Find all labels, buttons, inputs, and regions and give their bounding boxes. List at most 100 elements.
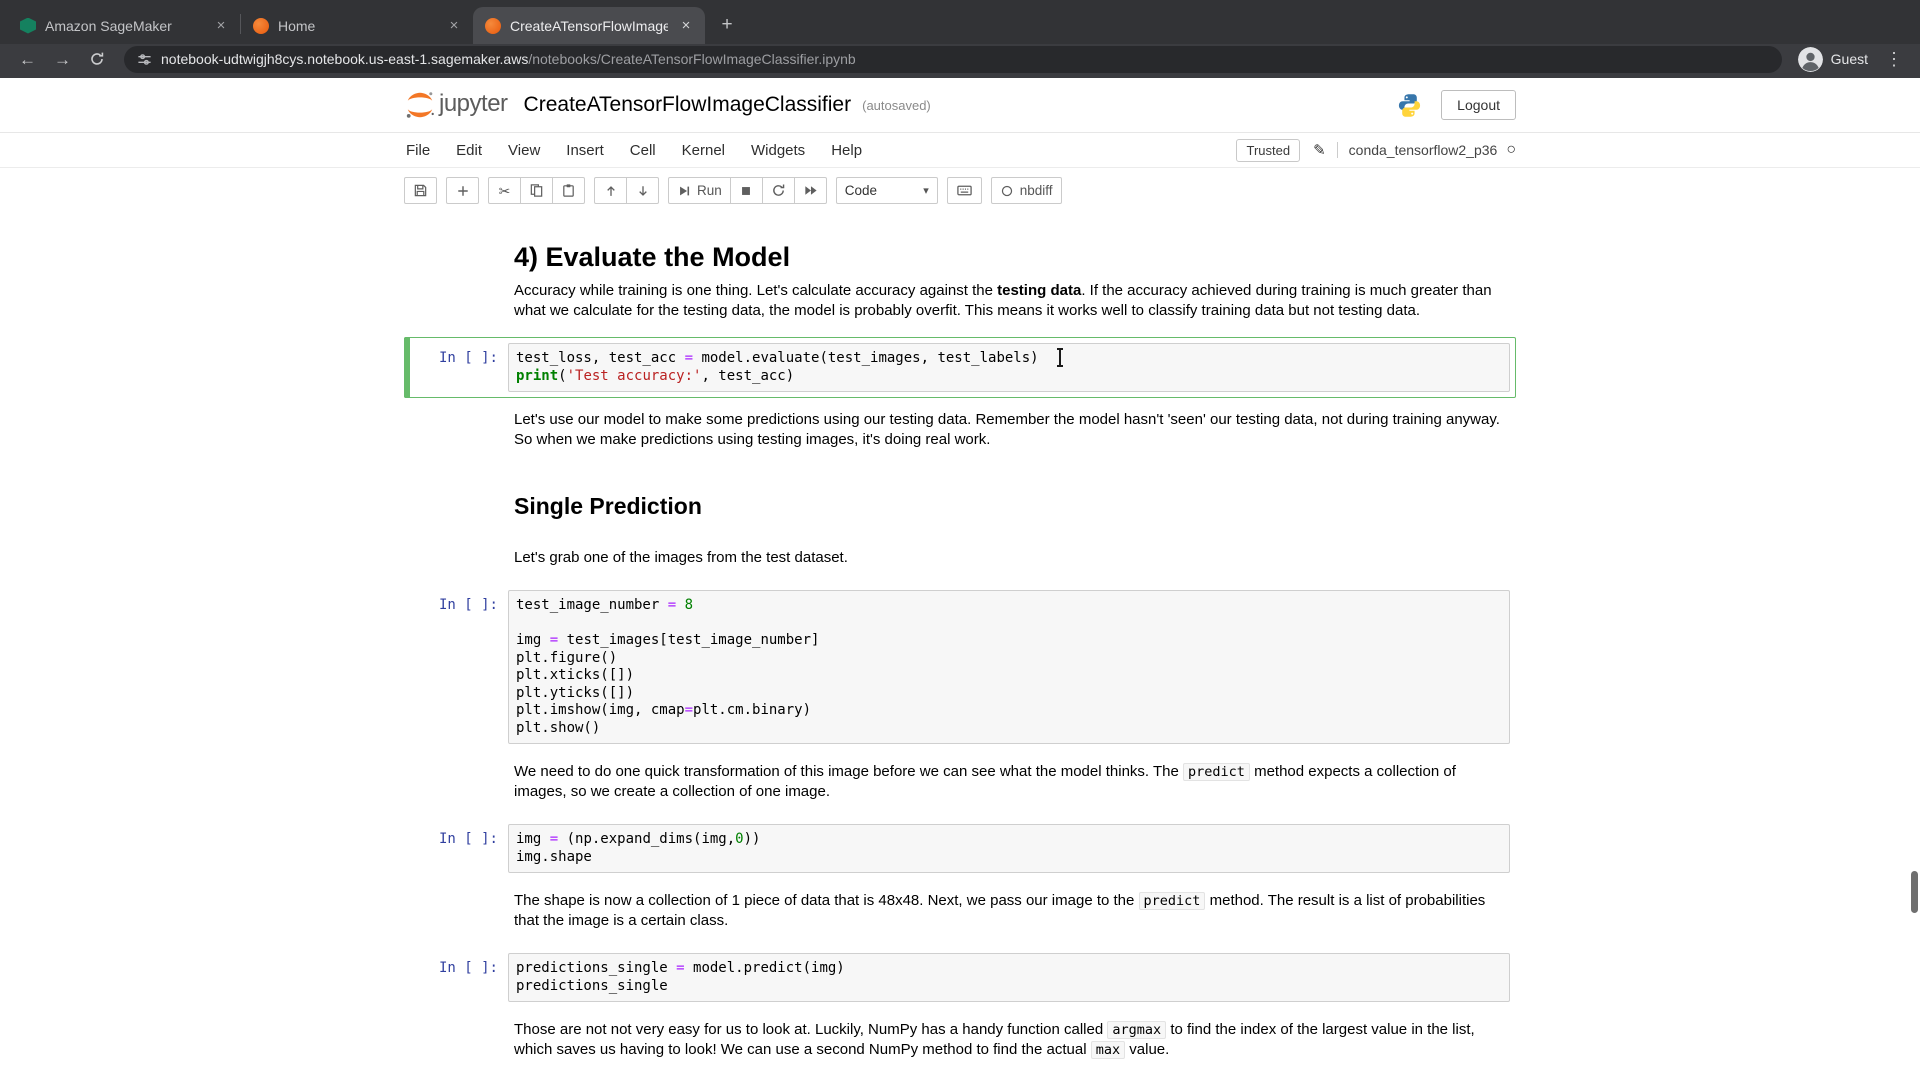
markdown-cell[interactable]: Let's use our model to make some predict…: [404, 398, 1516, 466]
code-line: test_loss, test_acc = model.evaluate(tes…: [516, 350, 1502, 368]
code-cell[interactable]: In [ ]: test_loss, test_acc = model.evalu…: [404, 337, 1516, 398]
code-cell[interactable]: In [ ]:test_image_number = 8 img = test_…: [404, 584, 1516, 750]
site-settings-icon[interactable]: [137, 52, 152, 67]
new-tab-button[interactable]: +: [713, 11, 741, 39]
code-input-area[interactable]: test_loss, test_acc = model.evaluate(tes…: [508, 343, 1510, 392]
cell-prompt: [410, 756, 508, 812]
avatar: [1798, 47, 1823, 72]
scissors-icon: ✂: [499, 184, 511, 198]
scrollbar-thumb[interactable]: [1911, 871, 1918, 913]
jupyter-logo-icon: [404, 90, 436, 120]
add-cell-button[interactable]: [446, 177, 479, 204]
markdown-paragraph: Let's use our model to make some predict…: [514, 410, 1504, 450]
code-line: predictions_single = model.predict(img): [516, 960, 1502, 978]
code-line: plt.figure(): [516, 650, 1502, 668]
jupyter-logo[interactable]: jupyter: [404, 90, 508, 120]
cell-prompt: [410, 404, 508, 460]
tab-amazon-sagemaker[interactable]: Amazon SageMaker ×: [8, 7, 240, 44]
notebook-scroll-area[interactable]: 4) Evaluate the Model Accuracy while trai…: [0, 215, 1920, 1080]
profile-chip[interactable]: Guest: [1794, 47, 1872, 72]
menu-help[interactable]: Help: [818, 142, 875, 159]
code-input-area[interactable]: test_image_number = 8 img = test_images[…: [508, 590, 1510, 744]
cut-cell-button[interactable]: ✂: [488, 177, 521, 204]
tab-notebook-active[interactable]: CreateATensorFlowImageClass ×: [473, 7, 705, 44]
cell-prompt: In [ ]:: [410, 590, 508, 744]
interrupt-kernel-button[interactable]: [730, 177, 763, 204]
profile-name: Guest: [1831, 51, 1868, 67]
notebook-menubar: File Edit View Insert Cell Kernel Widget…: [0, 133, 1920, 168]
close-tab-icon[interactable]: ×: [212, 17, 230, 35]
move-cell-up-button[interactable]: [594, 177, 627, 204]
copy-cell-button[interactable]: [520, 177, 553, 204]
url-host: notebook-udtwigjh8cys.notebook.us-east-1…: [161, 51, 528, 67]
run-cell-button[interactable]: Run: [668, 177, 731, 204]
menu-kernel[interactable]: Kernel: [669, 142, 738, 159]
tab-label: Home: [278, 18, 436, 34]
code-line: plt.imshow(img, cmap=plt.cm.binary): [516, 702, 1502, 720]
cell-prompt: In [ ]:: [410, 343, 508, 392]
kernel-name[interactable]: conda_tensorflow2_p36: [1349, 142, 1498, 158]
markdown-cell[interactable]: We need to do one quick transformation o…: [404, 750, 1516, 818]
menu-edit[interactable]: Edit: [443, 142, 495, 159]
markdown-rendered: Let's grab one of the images from the te…: [508, 542, 1510, 578]
cell-prompt: In [ ]:: [410, 953, 508, 1002]
markdown-heading: 4) Evaluate the Model: [514, 247, 1504, 267]
python-logo-icon: [1396, 92, 1423, 119]
back-icon[interactable]: ←: [12, 51, 43, 68]
chevron-down-icon: ▾: [923, 184, 929, 197]
restart-kernel-button[interactable]: [762, 177, 795, 204]
logout-button[interactable]: Logout: [1441, 90, 1516, 120]
menu-file[interactable]: File: [404, 142, 443, 159]
markdown-cell[interactable]: 4) Evaluate the Model Accuracy while trai…: [404, 231, 1516, 337]
browser-menu-icon[interactable]: ⋮: [1876, 50, 1908, 68]
command-palette-button[interactable]: [947, 177, 982, 204]
close-tab-icon[interactable]: ×: [677, 17, 695, 35]
reload-icon[interactable]: [82, 51, 112, 67]
url-text: notebook-udtwigjh8cys.notebook.us-east-1…: [161, 51, 856, 67]
move-cell-down-button[interactable]: [626, 177, 659, 204]
markdown-cell[interactable]: Single Prediction: [404, 466, 1516, 536]
code-input-area[interactable]: img = (np.expand_dims(img,0))img.shape: [508, 824, 1510, 873]
cell-type-select[interactable]: Code ▾: [836, 177, 938, 204]
nbdiff-icon: [1000, 184, 1014, 198]
browser-window: Amazon SageMaker × Home × CreateATensorF…: [0, 0, 1920, 1080]
forward-icon[interactable]: →: [47, 51, 78, 68]
jupyter-favicon-icon: [253, 18, 269, 34]
notebook-title[interactable]: CreateATensorFlowImageClassifier: [524, 93, 852, 117]
restart-run-all-button[interactable]: [794, 177, 827, 204]
notebook-cells: 4) Evaluate the Model Accuracy while trai…: [404, 231, 1516, 1080]
markdown-cell[interactable]: Let's grab one of the images from the te…: [404, 536, 1516, 584]
paste-cell-button[interactable]: [552, 177, 585, 204]
cell-type-value: Code: [845, 183, 877, 198]
close-tab-icon[interactable]: ×: [445, 17, 463, 35]
tab-label: Amazon SageMaker: [45, 18, 203, 34]
code-line: predictions_single: [516, 978, 1502, 996]
code-cell[interactable]: In [ ]:predictions_single = model.predic…: [404, 947, 1516, 1008]
markdown-rendered: Single Prediction: [508, 472, 1510, 530]
markdown-paragraph: Those are not not very easy for us to lo…: [514, 1020, 1504, 1060]
cell-prompt: [410, 1014, 508, 1070]
markdown-cell[interactable]: Those are not not very easy for us to lo…: [404, 1008, 1516, 1076]
markdown-paragraph: The shape is now a collection of 1 piece…: [514, 891, 1504, 931]
code-input-area[interactable]: predictions_single = model.predict(img)p…: [508, 953, 1510, 1002]
menu-view[interactable]: View: [495, 142, 553, 159]
menu-insert[interactable]: Insert: [553, 142, 617, 159]
code-cell[interactable]: In [ ]:img = (np.expand_dims(img,0))img.…: [404, 818, 1516, 879]
menu-cell[interactable]: Cell: [617, 142, 669, 159]
markdown-paragraph: Let's grab one of the images from the te…: [514, 548, 1504, 568]
address-bar[interactable]: notebook-udtwigjh8cys.notebook.us-east-1…: [124, 46, 1782, 73]
markdown-paragraph: Accuracy while training is one thing. Le…: [514, 281, 1504, 321]
sagemaker-favicon-icon: [20, 18, 36, 34]
menu-widgets[interactable]: Widgets: [738, 142, 818, 159]
nbdiff-button[interactable]: nbdiff: [991, 177, 1062, 204]
markdown-rendered: We need to do one quick transformation o…: [508, 756, 1510, 812]
markdown-rendered: 4) Evaluate the Model Accuracy while trai…: [508, 237, 1510, 331]
markdown-cell[interactable]: The shape is now a collection of 1 piece…: [404, 879, 1516, 947]
code-line: img = (np.expand_dims(img,0)): [516, 831, 1502, 849]
tab-home[interactable]: Home ×: [241, 7, 473, 44]
tab-label: CreateATensorFlowImageClass: [510, 18, 668, 34]
markdown-paragraph: We need to do one quick transformation o…: [514, 762, 1504, 802]
code-cell[interactable]: In [ ]:prediction_result = np.argmax(pre…: [404, 1076, 1516, 1080]
browser-tab-strip: Amazon SageMaker × Home × CreateATensorF…: [0, 0, 1920, 44]
save-button[interactable]: [404, 177, 437, 204]
